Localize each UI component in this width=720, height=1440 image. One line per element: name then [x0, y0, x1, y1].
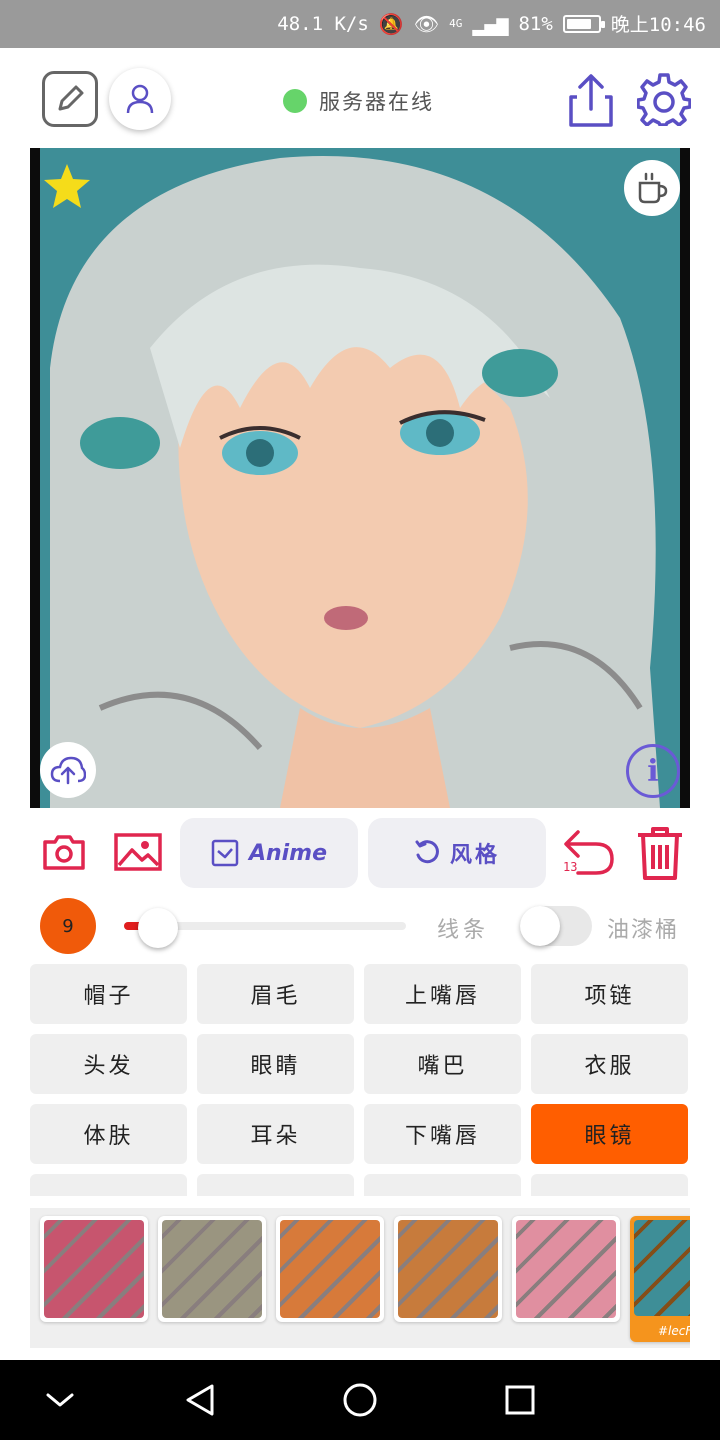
- style-label: 风格: [449, 842, 500, 868]
- anime-toggle-button[interactable]: Anime: [180, 818, 358, 888]
- style-thumbnail[interactable]: [394, 1216, 502, 1322]
- navigation-bar: [0, 1360, 720, 1440]
- online-indicator-icon: [283, 89, 307, 113]
- share-button[interactable]: [565, 72, 617, 128]
- style-thumbnail[interactable]: [158, 1216, 266, 1322]
- style-swatch: [516, 1220, 616, 1318]
- toggle-knob: [520, 906, 560, 946]
- signal-icon: ▂▄▆: [472, 11, 509, 36]
- pencil-icon: [58, 85, 84, 111]
- share-icon: [569, 74, 613, 127]
- recents-button[interactable]: [498, 1378, 542, 1422]
- style-swatch: [44, 1220, 144, 1318]
- star-icon: [44, 164, 90, 208]
- style-swatch: [398, 1220, 498, 1318]
- artwork-image: [30, 148, 690, 808]
- part-button[interactable]: 衣服: [531, 1034, 688, 1094]
- gallery-button[interactable]: [111, 826, 165, 878]
- style-thumbnail[interactable]: [40, 1216, 148, 1322]
- undo-count: 13: [563, 860, 578, 874]
- cloud-upload-icon: [50, 756, 86, 785]
- settings-button[interactable]: [636, 71, 692, 127]
- camera-icon: [43, 835, 85, 870]
- battery-icon: [562, 14, 605, 33]
- brush-size-value: 9: [62, 915, 74, 937]
- paint-bucket-toggle[interactable]: [520, 906, 592, 946]
- style-thumbnail[interactable]: [276, 1216, 384, 1322]
- mute-icon: 🔕: [378, 11, 404, 36]
- style-thumbnail-label: #lecF: [658, 1324, 690, 1338]
- part-button[interactable]: 耳朵: [197, 1104, 354, 1164]
- server-status: 服务器在线: [283, 86, 434, 116]
- part-button-partial[interactable]: [364, 1174, 521, 1196]
- checkbox-icon: [211, 839, 239, 867]
- server-status-text: 服务器在线: [319, 90, 434, 114]
- part-button[interactable]: 上嘴唇: [364, 964, 521, 1024]
- chevron-down-icon: [46, 1393, 74, 1407]
- edit-button[interactable]: [42, 71, 98, 127]
- back-button[interactable]: [178, 1378, 222, 1422]
- cloud-upload-button[interactable]: [40, 742, 96, 798]
- camera-button[interactable]: [38, 826, 90, 878]
- part-button-partial[interactable]: [197, 1174, 354, 1196]
- battery-fill: [566, 18, 592, 29]
- image-icon: [114, 833, 162, 871]
- style-button[interactable]: 风格: [368, 818, 546, 888]
- brush-size-badge[interactable]: 9: [40, 898, 96, 954]
- back-triangle-icon: [186, 1384, 214, 1416]
- info-button[interactable]: i: [626, 744, 680, 798]
- part-button[interactable]: 眉毛: [197, 964, 354, 1024]
- clock: 晚上10:46: [610, 14, 706, 36]
- style-strip[interactable]: #lecF: [30, 1208, 690, 1348]
- style-thumbnail[interactable]: #lecF: [630, 1216, 690, 1342]
- part-grid: 帽子 眉毛 上嘴唇 项链 头发 眼睛 嘴巴 衣服 体肤 耳朵 下嘴唇 眼镜: [30, 964, 690, 1196]
- part-button-partial[interactable]: [531, 1174, 688, 1196]
- hide-nav-button[interactable]: [38, 1378, 82, 1422]
- info-icon: i: [647, 753, 659, 789]
- style-swatch: [162, 1220, 262, 1318]
- anime-label: Anime: [248, 840, 328, 866]
- status-bar: 48.1 K/s 🔕 👁 4G ▂▄▆ 81% 晚上10:46: [0, 0, 720, 48]
- part-button[interactable]: 体肤: [30, 1104, 187, 1164]
- part-button[interactable]: 项链: [531, 964, 688, 1024]
- battery-percent: 81%: [518, 12, 553, 35]
- style-swatch: [280, 1220, 380, 1318]
- user-button[interactable]: [109, 68, 171, 130]
- style-thumbnail[interactable]: [512, 1216, 620, 1322]
- gear-icon: [637, 73, 691, 126]
- status-bar-right: 48.1 K/s 🔕 👁 4G ▂▄▆ 81% 晚上10:46: [277, 10, 706, 37]
- home-button[interactable]: [338, 1378, 382, 1422]
- network-type: 4G: [449, 17, 463, 30]
- coffee-cup-icon: [638, 172, 668, 204]
- user-icon: [126, 84, 154, 114]
- part-button[interactable]: 眼镜: [531, 1104, 688, 1164]
- recents-square-icon: [505, 1385, 535, 1415]
- favorite-button[interactable]: [42, 162, 92, 210]
- network-speed: 48.1 K/s: [277, 12, 369, 35]
- delete-button[interactable]: [632, 824, 688, 882]
- coffee-button[interactable]: [624, 160, 680, 216]
- part-button[interactable]: 帽子: [30, 964, 187, 1024]
- part-button[interactable]: 头发: [30, 1034, 187, 1094]
- artwork-canvas[interactable]: i: [30, 148, 690, 808]
- home-circle-icon: [343, 1383, 377, 1417]
- part-button[interactable]: 下嘴唇: [364, 1104, 521, 1164]
- refresh-icon: [415, 840, 439, 864]
- trash-icon: [638, 827, 682, 880]
- part-button-partial[interactable]: [30, 1174, 187, 1196]
- part-button[interactable]: 眼睛: [197, 1034, 354, 1094]
- style-swatch: [634, 1220, 690, 1316]
- lines-label: 线条: [437, 918, 490, 943]
- part-button[interactable]: 嘴巴: [364, 1034, 521, 1094]
- eye-icon: 👁: [413, 11, 440, 36]
- paint-bucket-label: 油漆桶: [607, 918, 680, 943]
- slider-thumb[interactable]: [137, 908, 178, 948]
